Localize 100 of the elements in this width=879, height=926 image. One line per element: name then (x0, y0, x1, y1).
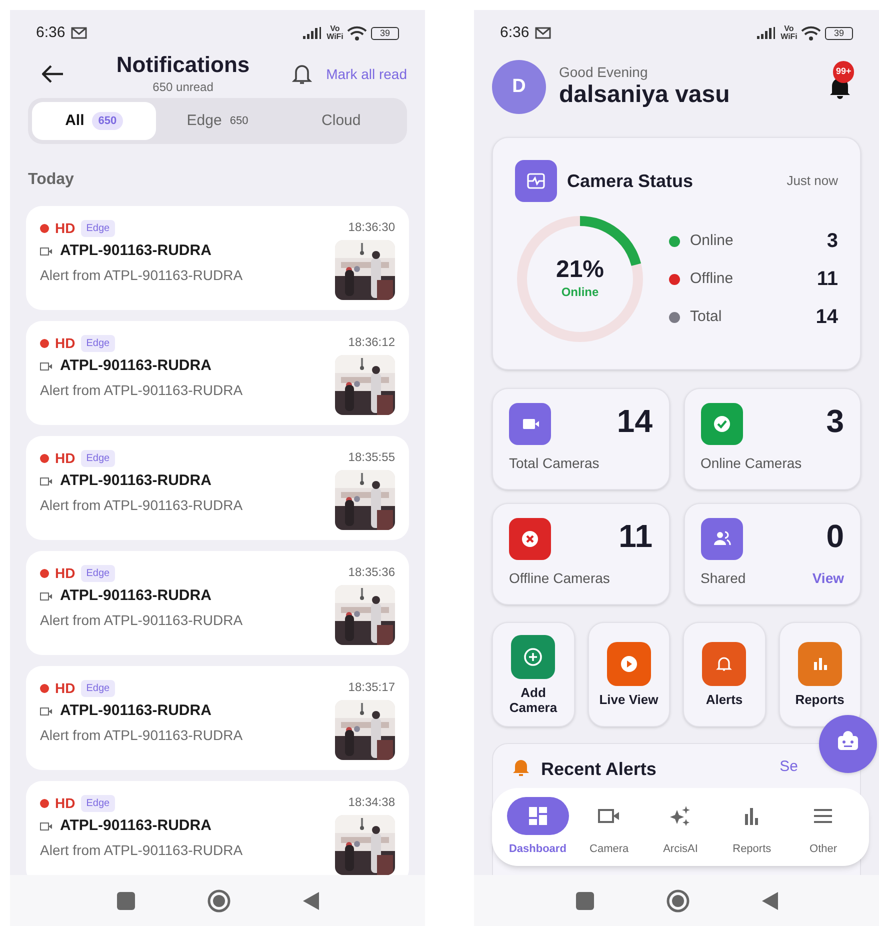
nav-tab[interactable]: Other (788, 796, 859, 858)
bell-icon (702, 642, 746, 686)
camera-name: ATPL-901163-RUDRA (60, 586, 212, 606)
count-badge: 650 (92, 112, 123, 130)
robot-button[interactable] (819, 715, 877, 773)
people-icon (700, 518, 742, 560)
alert-time: 18:36:12 (348, 334, 395, 351)
nav-tab[interactable]: ArcisAI (644, 796, 716, 858)
bell-icon (513, 758, 529, 776)
quick-action-button[interactable]: Live View (588, 622, 670, 727)
notification-card[interactable]: HD Edge ATPL-901163-RUDRA Alert from ATPL-901163-RUDRA 18:36:30 (26, 206, 409, 310)
status-dot-icon (40, 454, 49, 462)
sparkle-icon (669, 804, 692, 827)
quality-label: HD (55, 794, 76, 812)
camera-icon (40, 246, 52, 256)
quick-action-button[interactable]: Reports (778, 622, 861, 727)
source-tag: Edge (81, 450, 115, 466)
mark-all-read-link[interactable]: Mark all read (326, 64, 407, 84)
legend-value: 3 (826, 229, 838, 254)
source-tag: Edge (81, 220, 115, 236)
legend-label: Offline (690, 268, 734, 289)
alert-message: Alert from ATPL-901163-RUDRA (40, 266, 244, 284)
nav-tab[interactable]: Camera (573, 796, 645, 858)
notification-card[interactable]: HD Edge ATPL-901163-RUDRA Alert from ATPL-901163-RUDRA 18:35:17 (26, 666, 409, 770)
user-name: dalsaniya vasu (559, 80, 731, 110)
status-dot-icon (40, 338, 49, 348)
view-link[interactable]: View (812, 568, 844, 589)
quick-action-button[interactable]: Add Camera (492, 622, 574, 727)
stat-card[interactable]: 11 Offline Cameras (492, 503, 670, 605)
camera-icon (40, 706, 52, 716)
quality-label: HD (55, 448, 76, 468)
network-label: Vo WiFi (326, 25, 344, 41)
stat-card[interactable]: 14 Total Cameras (492, 388, 670, 490)
legend-label: Total (690, 306, 723, 327)
alert-message: Alert from ATPL-901163-RUDRA (40, 380, 244, 400)
stat-label: Online Cameras (700, 454, 802, 473)
home-button[interactable] (206, 888, 230, 912)
stat-label: Total Cameras (509, 454, 600, 473)
status-time: 6:36 (36, 22, 66, 43)
status-time: 6:36 (500, 22, 530, 43)
mail-icon (535, 27, 552, 39)
notification-card[interactable]: HD Edge ATPL-901163-RUDRA Alert from ATPL-901163-RUDRA 18:34:38 (26, 781, 409, 875)
signal-icon (757, 27, 777, 39)
camera-name: ATPL-901163-RUDRA (60, 816, 212, 836)
see-all-link[interactable]: Se (780, 756, 798, 778)
quick-action-button[interactable]: Alerts (683, 622, 766, 727)
camera-icon (509, 403, 551, 445)
stat-card[interactable]: 0 Shared View (684, 503, 861, 605)
mail-icon (71, 27, 88, 39)
stat-card[interactable]: 3 Online Cameras (684, 388, 861, 490)
source-tag: Edge (81, 564, 115, 582)
add-icon (511, 634, 556, 678)
alert-time: 18:35:36 (348, 564, 395, 581)
chart-icon (798, 642, 842, 686)
legend-value: 14 (816, 305, 838, 330)
check-icon (700, 403, 742, 445)
updated-time: Just now (786, 172, 838, 190)
status-dot-icon (40, 684, 49, 692)
source-tag: Edge (81, 794, 115, 812)
legend-value: 11 (816, 267, 838, 292)
battery-icon: 39 (371, 26, 399, 40)
legend-label: Online (690, 230, 734, 251)
notification-badge: 99+ (833, 61, 854, 82)
home-button[interactable] (666, 888, 690, 912)
battery-icon: 39 (825, 26, 853, 40)
filter-tab[interactable]: Cloud (279, 102, 403, 140)
page-title: Notifications (116, 52, 250, 78)
alert-time: 18:36:30 (348, 219, 395, 236)
alert-message: Alert from ATPL-901163-RUDRA (40, 496, 244, 514)
nav-tab[interactable]: Reports (716, 796, 788, 858)
back-button[interactable] (42, 65, 64, 83)
stat-value: 0 (826, 518, 844, 554)
notification-card[interactable]: HD Edge ATPL-901163-RUDRA Alert from ATPL-901163-RUDRA 18:35:55 (26, 436, 409, 540)
quality-label: HD (55, 678, 76, 698)
recents-button[interactable] (116, 892, 134, 910)
wifi-icon (347, 26, 367, 40)
notification-card[interactable]: HD Edge ATPL-901163-RUDRA Alert from ATPL-901163-RUDRA 18:35:36 (26, 551, 409, 655)
camera-icon (40, 476, 52, 486)
status-dot-icon (40, 798, 49, 808)
cross-icon (509, 518, 551, 560)
filter-tab[interactable]: Edge 650 (156, 102, 280, 140)
alert-time: 18:34:38 (348, 794, 395, 811)
section-title: Recent Alerts (541, 758, 658, 781)
stat-label: Shared (700, 569, 746, 588)
source-tag: Edge (81, 680, 115, 696)
status-dot-icon (40, 224, 49, 232)
camera-name: ATPL-901163-RUDRA (60, 471, 212, 491)
stat-value: 3 (826, 403, 844, 439)
recents-button[interactable] (576, 892, 594, 910)
stat-value: 14 (616, 403, 652, 439)
alert-time: 18:35:17 (348, 679, 395, 696)
filter-tab[interactable]: All 650 (32, 102, 156, 140)
greeting: Good Evening (559, 64, 649, 80)
network-label: Vo WiFi (780, 25, 798, 41)
notification-card[interactable]: HD Edge ATPL-901163-RUDRA Alert from ATPL-901163-RUDRA 18:36:12 (26, 321, 409, 425)
monitor-icon (515, 160, 557, 202)
bell-icon[interactable] (292, 63, 312, 85)
percent-value: 21% (556, 257, 604, 283)
grid-icon (526, 804, 549, 827)
camera-icon (40, 822, 52, 831)
